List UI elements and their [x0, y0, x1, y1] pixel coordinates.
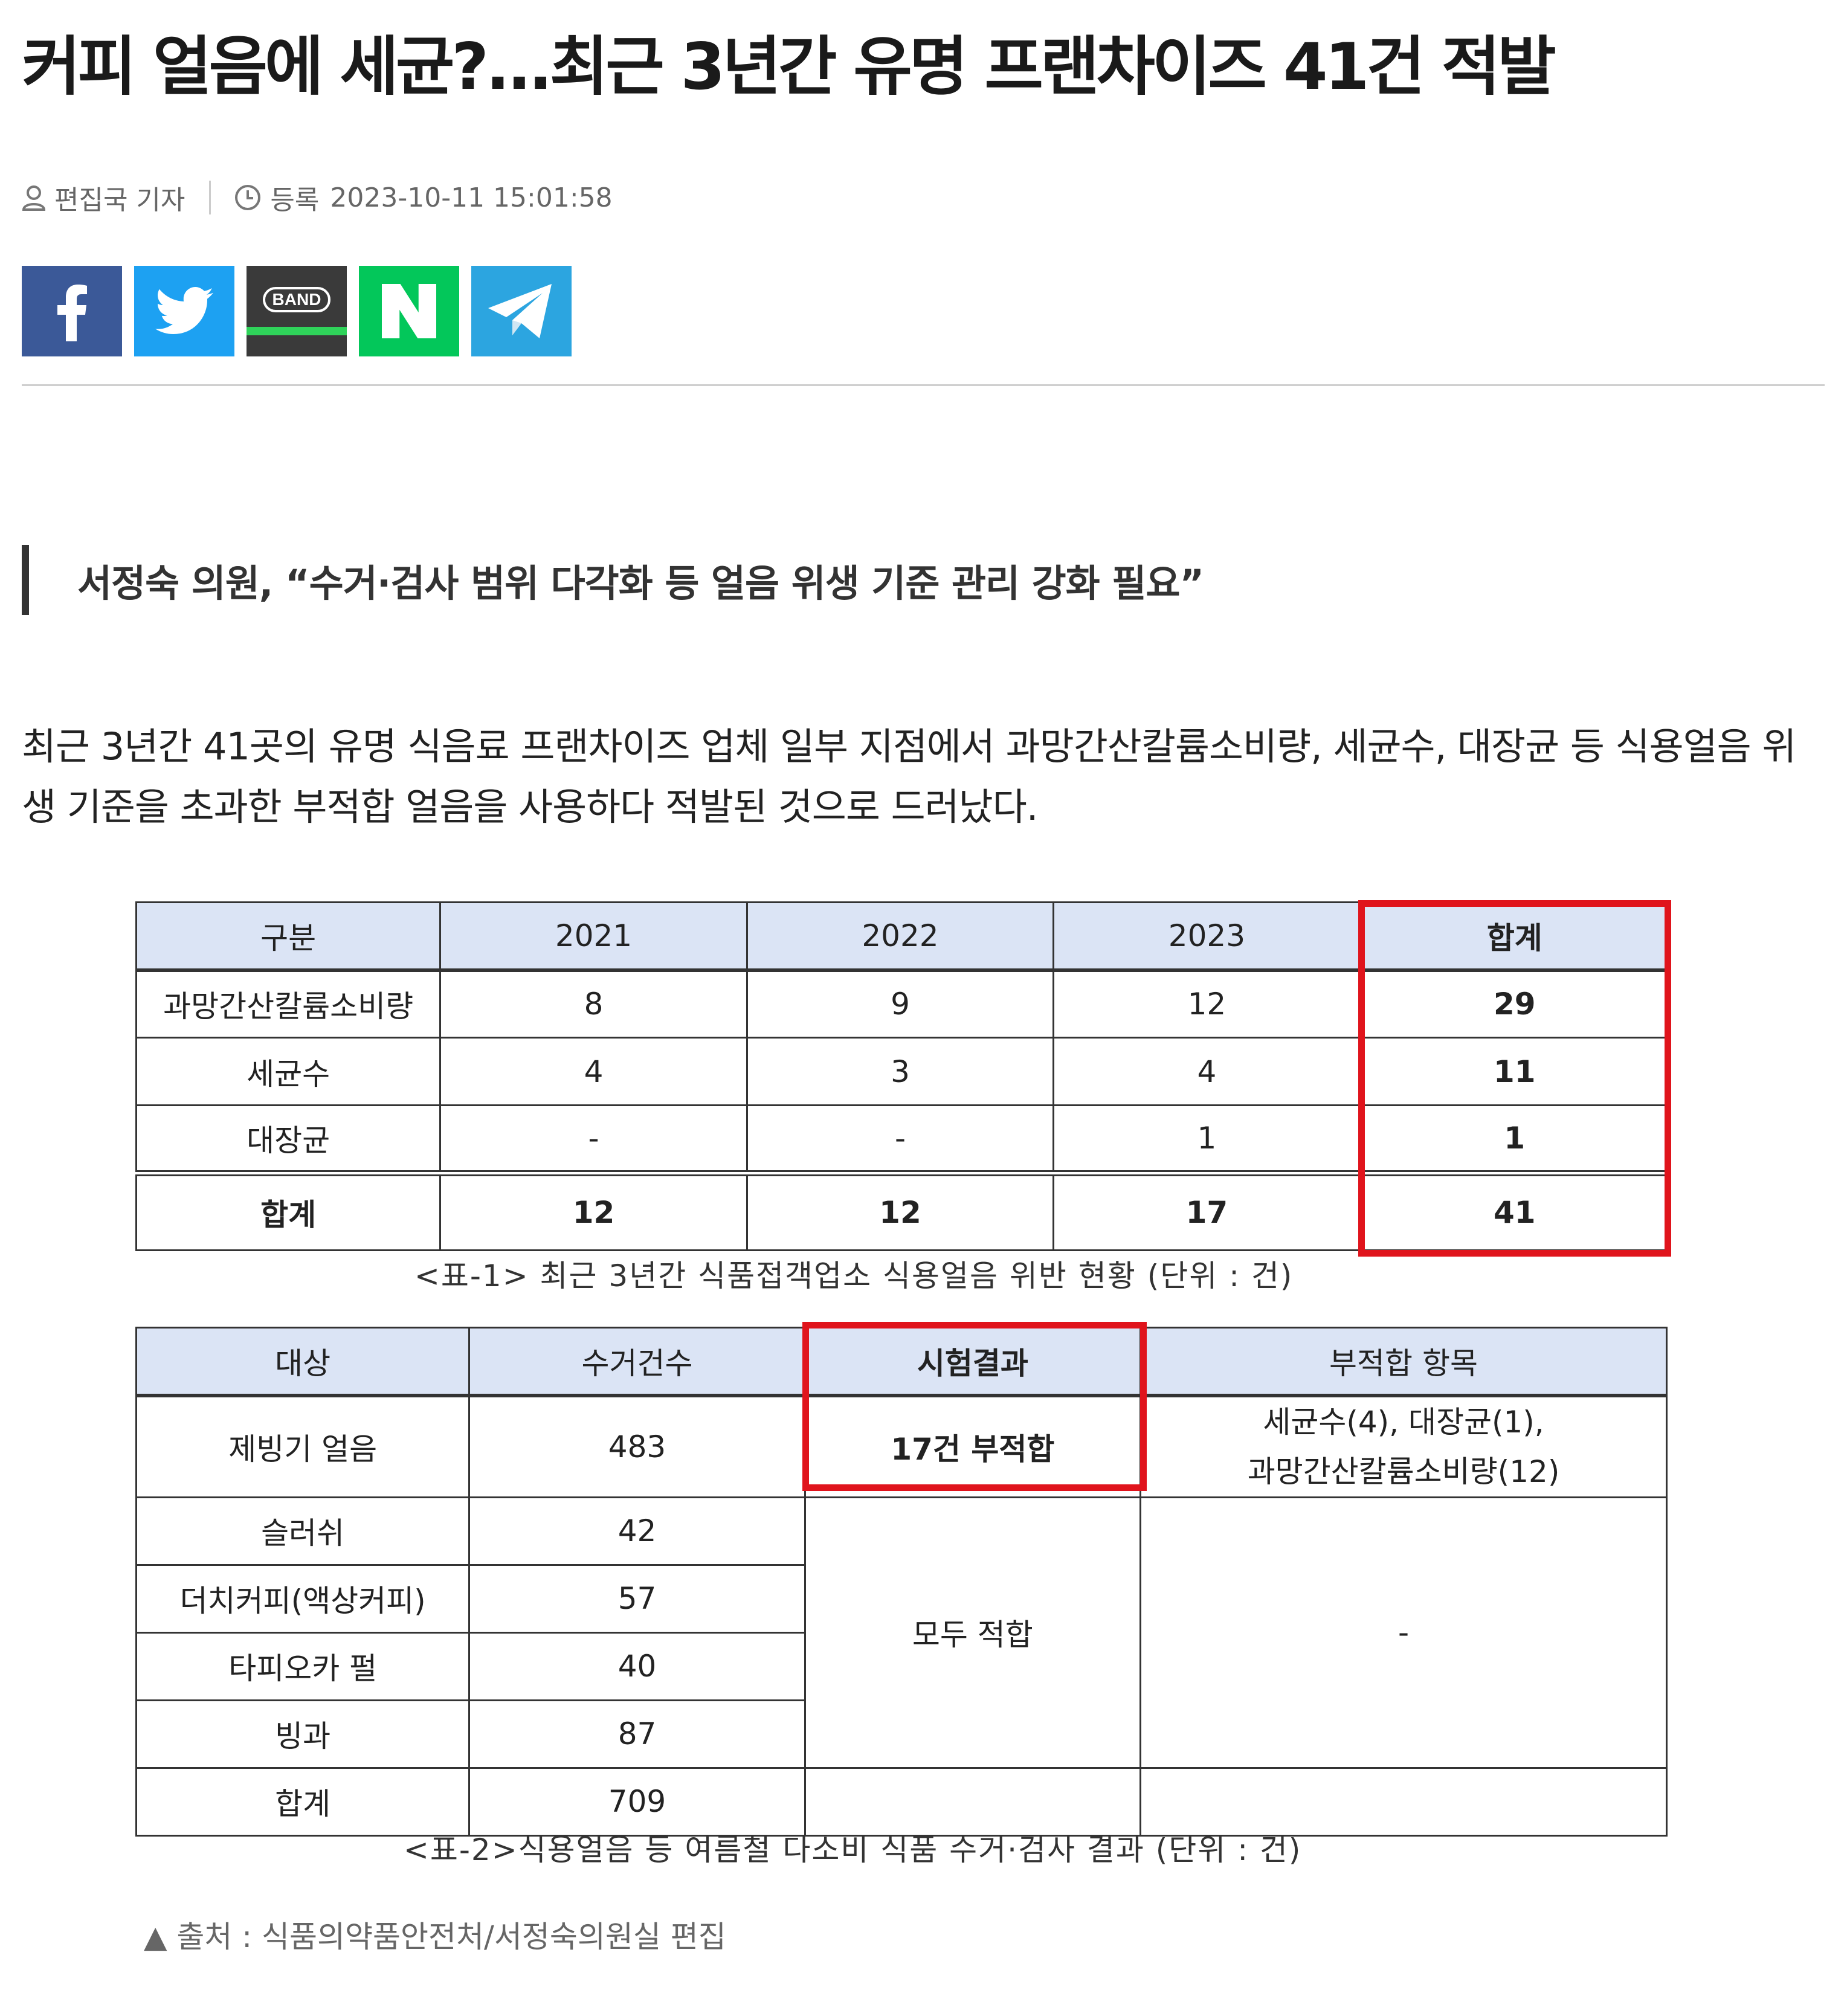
table-cell: 9: [746, 969, 1055, 1039]
user-icon: [22, 185, 46, 211]
clock-icon: [235, 185, 261, 210]
table-cell: 세균수: [135, 1037, 442, 1106]
table-cell: 더치커피(액상커피): [135, 1564, 471, 1634]
table-cell: 12: [746, 1170, 1055, 1251]
naver-icon: [382, 284, 436, 338]
result-pass-cell: 모두 적합: [804, 1496, 1142, 1769]
publish-date: 2023-10-11 15:01:58: [330, 182, 613, 213]
date-label: 등록: [270, 185, 320, 216]
naver-share-button[interactable]: [359, 266, 459, 356]
table-cell: 12: [439, 1170, 748, 1251]
header-cell: 수거건수: [468, 1327, 806, 1397]
meta-divider: [209, 181, 211, 214]
table-cell: 빙과: [135, 1699, 471, 1769]
twitter-icon: [155, 287, 213, 334]
table-cell: 타피오카 펄: [135, 1631, 471, 1701]
table-cell: -: [439, 1104, 748, 1174]
header-divider: [22, 384, 1825, 386]
table-cell: 과망간산칼륨소비량: [135, 969, 442, 1039]
article-subtitle: 서정숙 의원, “수거·검사 범위 다각화 등 얼음 위생 기준 관리 강화 필…: [22, 545, 1204, 615]
table-cell: 483: [468, 1394, 806, 1498]
table-caption: <표-1> 최근 3년간 식품접객업소 식용얼음 위반 현황 (단위 : 건): [414, 1258, 1294, 1293]
table-cell: 4: [1052, 1037, 1361, 1106]
table-cell: 대장균: [135, 1104, 442, 1174]
table-cell: 합계: [135, 1170, 442, 1251]
article-body: 최근 3년간 41곳의 유명 식음료 프랜차이즈 업체 일부 지점에서 과망간산…: [22, 724, 1796, 829]
header-cell: 대상: [135, 1327, 471, 1397]
facebook-icon: [57, 285, 87, 341]
highlight-box: [1358, 900, 1671, 1257]
header-cell: 부적합 항목: [1139, 1327, 1668, 1397]
band-stripe: [247, 327, 347, 335]
table-row: 슬러쉬 42 모두 적합 -: [135, 1496, 1668, 1769]
header-cell: 2022: [746, 901, 1055, 972]
header-cell: 2023: [1052, 901, 1361, 972]
article-meta: 편집국 기자 등록 2023-10-11 15:01:58: [22, 176, 613, 219]
article-headline: 커피 얼음에 세균?...최근 3년간 유명 프랜차이즈 41건 적발: [22, 30, 1556, 104]
table-cell: 슬러쉬: [135, 1496, 471, 1566]
table-cell: 4: [439, 1037, 748, 1106]
author-name[interactable]: 편집국 기자: [54, 178, 185, 217]
table-cell: 17: [1052, 1170, 1361, 1251]
header-cell: 2021: [439, 901, 748, 972]
facebook-share-button[interactable]: [22, 266, 122, 356]
table-cell: 57: [468, 1564, 806, 1634]
telegram-share-button[interactable]: [471, 266, 572, 356]
image-source: ▲ 출처 : 식품의약품안전처/서정숙의원실 편집: [144, 1919, 726, 1954]
highlight-box: [802, 1322, 1147, 1491]
failed-items-cell: 세균수(4), 대장균(1), 과망간산칼륨소비량(12): [1139, 1394, 1668, 1498]
table-cell: 42: [468, 1496, 806, 1566]
failed-items-line: 과망간산칼륨소비량(12): [1247, 1454, 1560, 1489]
table-cell: 1: [1052, 1104, 1361, 1174]
table-cell: 12: [1052, 969, 1361, 1039]
telegram-icon: [488, 284, 552, 338]
table-cell: 87: [468, 1699, 806, 1769]
failed-items-none-cell: -: [1139, 1496, 1668, 1769]
share-bar: BAND: [22, 266, 572, 356]
band-share-button[interactable]: BAND: [247, 266, 347, 356]
table-cell: 3: [746, 1037, 1055, 1106]
table-cell: 8: [439, 969, 748, 1039]
failed-items-line: 세균수(4), 대장균(1),: [1263, 1404, 1544, 1440]
band-icon: BAND: [262, 287, 331, 312]
table-caption: <표-2>식용얼음 등 여름철 다소비 식품 수거·검사 결과 (단위 : 건): [404, 1832, 1302, 1867]
table-cell: 40: [468, 1631, 806, 1701]
header-cell: 구분: [135, 901, 442, 972]
table-cell: 제빙기 얼음: [135, 1394, 471, 1498]
table-cell: -: [746, 1104, 1055, 1174]
twitter-share-button[interactable]: [134, 266, 234, 356]
